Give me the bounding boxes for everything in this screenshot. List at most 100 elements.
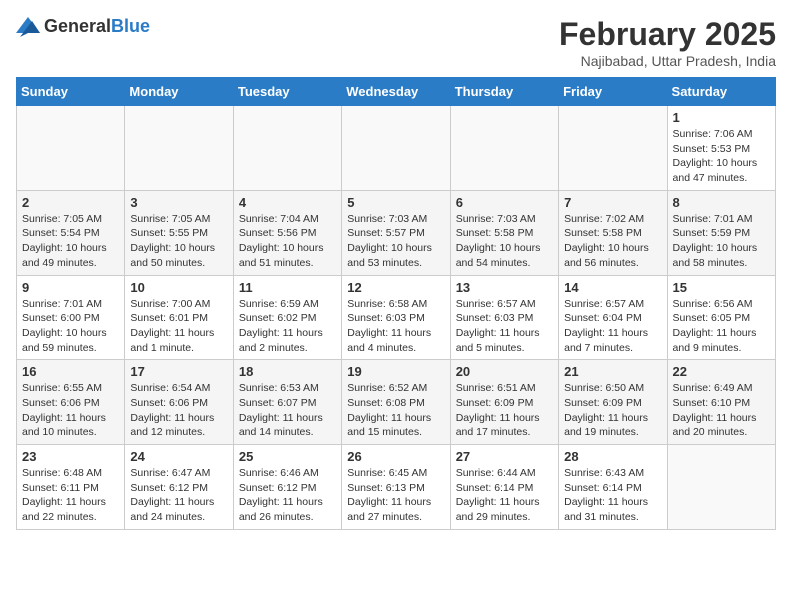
day-number: 24: [130, 449, 227, 464]
calendar-week-row: 23Sunrise: 6:48 AM Sunset: 6:11 PM Dayli…: [17, 445, 776, 530]
day-number: 22: [673, 364, 770, 379]
calendar-cell: 20 Sunrise: 6:51 AM Sunset: 6:09 PM Dayli…: [450, 360, 558, 445]
weekday-header-thursday: Thursday: [450, 78, 558, 106]
calendar-cell: 14 Sunrise: 6:57 AM Sunset: 6:04 PM Dayli…: [559, 275, 667, 360]
calendar-cell: 2 Sunrise: 7:05 AM Sunset: 5:54 PM Daylig…: [17, 190, 125, 275]
day-info: Sunrise: 6:46 AM Sunset: 6:12 PM Dayligh…: [239, 466, 336, 525]
day-number: 6: [456, 195, 553, 210]
calendar-cell: [17, 106, 125, 191]
day-info: Sunrise: 6:55 AM Sunset: 6:06 PM Dayligh…: [22, 381, 119, 440]
calendar-cell: 9Sunrise: 7:01 AM Sunset: 6:00 PM Daylig…: [17, 275, 125, 360]
day-number: 8: [673, 195, 770, 210]
day-info: Sunrise: 6:51 AM Sunset: 6:09 PM Dayligh…: [456, 381, 553, 440]
day-number: 21: [564, 364, 661, 379]
day-info: Sunrise: 7:01 AM Sunset: 5:59 PM Dayligh…: [673, 212, 770, 271]
day-info: Sunrise: 7:02 AM Sunset: 5:58 PM Dayligh…: [564, 212, 661, 271]
calendar-cell: 21 Sunrise: 6:50 AM Sunset: 6:09 PM Dayli…: [559, 360, 667, 445]
location-title: Najibabad, Uttar Pradesh, India: [559, 53, 776, 69]
day-info: Sunrise: 6:57 AM Sunset: 6:03 PM Dayligh…: [456, 297, 553, 356]
calendar-cell: 18 Sunrise: 6:53 AM Sunset: 6:07 PM Dayli…: [233, 360, 341, 445]
calendar-cell: 28 Sunrise: 6:43 AM Sunset: 6:14 PM Dayli…: [559, 445, 667, 530]
calendar-cell: 15 Sunrise: 6:56 AM Sunset: 6:05 PM Dayli…: [667, 275, 775, 360]
calendar-cell: 12Sunrise: 6:58 AM Sunset: 6:03 PM Dayli…: [342, 275, 450, 360]
calendar-cell: 16 Sunrise: 6:55 AM Sunset: 6:06 PM Dayli…: [17, 360, 125, 445]
page-header: GeneralBlue February 2025 Najibabad, Utt…: [16, 16, 776, 69]
calendar-cell: 1 Sunrise: 7:06 AM Sunset: 5:53 PM Daylig…: [667, 106, 775, 191]
calendar-cell: 27 Sunrise: 6:44 AM Sunset: 6:14 PM Dayli…: [450, 445, 558, 530]
day-number: 10: [130, 280, 227, 295]
day-number: 4: [239, 195, 336, 210]
weekday-header-row: SundayMondayTuesdayWednesdayThursdayFrid…: [17, 78, 776, 106]
calendar-cell: 7 Sunrise: 7:02 AM Sunset: 5:58 PM Daylig…: [559, 190, 667, 275]
day-number: 7: [564, 195, 661, 210]
logo: GeneralBlue: [16, 16, 150, 37]
calendar-cell: 26 Sunrise: 6:45 AM Sunset: 6:13 PM Dayli…: [342, 445, 450, 530]
day-number: 19: [347, 364, 444, 379]
calendar-week-row: 9Sunrise: 7:01 AM Sunset: 6:00 PM Daylig…: [17, 275, 776, 360]
calendar-cell: 8 Sunrise: 7:01 AM Sunset: 5:59 PM Daylig…: [667, 190, 775, 275]
logo-general: General: [44, 16, 111, 36]
day-info: Sunrise: 6:59 AM Sunset: 6:02 PM Dayligh…: [239, 297, 336, 356]
calendar-cell: [233, 106, 341, 191]
day-number: 16: [22, 364, 119, 379]
day-number: 18: [239, 364, 336, 379]
day-info: Sunrise: 7:05 AM Sunset: 5:54 PM Dayligh…: [22, 212, 119, 271]
day-info: Sunrise: 6:50 AM Sunset: 6:09 PM Dayligh…: [564, 381, 661, 440]
day-info: Sunrise: 6:49 AM Sunset: 6:10 PM Dayligh…: [673, 381, 770, 440]
day-number: 20: [456, 364, 553, 379]
day-number: 1: [673, 110, 770, 125]
calendar-cell: [667, 445, 775, 530]
weekday-header-sunday: Sunday: [17, 78, 125, 106]
calendar-cell: 22 Sunrise: 6:49 AM Sunset: 6:10 PM Dayli…: [667, 360, 775, 445]
day-info: Sunrise: 7:03 AM Sunset: 5:57 PM Dayligh…: [347, 212, 444, 271]
day-info: Sunrise: 6:53 AM Sunset: 6:07 PM Dayligh…: [239, 381, 336, 440]
day-info: Sunrise: 7:04 AM Sunset: 5:56 PM Dayligh…: [239, 212, 336, 271]
calendar-week-row: 16 Sunrise: 6:55 AM Sunset: 6:06 PM Dayli…: [17, 360, 776, 445]
calendar-cell: 13 Sunrise: 6:57 AM Sunset: 6:03 PM Dayli…: [450, 275, 558, 360]
calendar-cell: 24 Sunrise: 6:47 AM Sunset: 6:12 PM Dayli…: [125, 445, 233, 530]
logo-text: GeneralBlue: [44, 16, 150, 37]
day-number: 26: [347, 449, 444, 464]
title-area: February 2025 Najibabad, Uttar Pradesh, …: [559, 16, 776, 69]
calendar-cell: 25Sunrise: 6:46 AM Sunset: 6:12 PM Dayli…: [233, 445, 341, 530]
calendar-cell: 4 Sunrise: 7:04 AM Sunset: 5:56 PM Daylig…: [233, 190, 341, 275]
calendar-cell: [559, 106, 667, 191]
day-info: Sunrise: 6:45 AM Sunset: 6:13 PM Dayligh…: [347, 466, 444, 525]
calendar-cell: 23Sunrise: 6:48 AM Sunset: 6:11 PM Dayli…: [17, 445, 125, 530]
calendar-cell: 11Sunrise: 6:59 AM Sunset: 6:02 PM Dayli…: [233, 275, 341, 360]
day-number: 27: [456, 449, 553, 464]
day-number: 9: [22, 280, 119, 295]
calendar-table: SundayMondayTuesdayWednesdayThursdayFrid…: [16, 77, 776, 530]
weekday-header-wednesday: Wednesday: [342, 78, 450, 106]
calendar-cell: [125, 106, 233, 191]
day-number: 14: [564, 280, 661, 295]
day-info: Sunrise: 7:05 AM Sunset: 5:55 PM Dayligh…: [130, 212, 227, 271]
day-info: Sunrise: 6:44 AM Sunset: 6:14 PM Dayligh…: [456, 466, 553, 525]
calendar-cell: 10Sunrise: 7:00 AM Sunset: 6:01 PM Dayli…: [125, 275, 233, 360]
day-info: Sunrise: 6:43 AM Sunset: 6:14 PM Dayligh…: [564, 466, 661, 525]
calendar-cell: 5Sunrise: 7:03 AM Sunset: 5:57 PM Daylig…: [342, 190, 450, 275]
day-number: 15: [673, 280, 770, 295]
day-info: Sunrise: 7:03 AM Sunset: 5:58 PM Dayligh…: [456, 212, 553, 271]
day-info: Sunrise: 6:57 AM Sunset: 6:04 PM Dayligh…: [564, 297, 661, 356]
weekday-header-tuesday: Tuesday: [233, 78, 341, 106]
day-info: Sunrise: 6:56 AM Sunset: 6:05 PM Dayligh…: [673, 297, 770, 356]
weekday-header-monday: Monday: [125, 78, 233, 106]
month-title: February 2025: [559, 16, 776, 53]
calendar-cell: 17 Sunrise: 6:54 AM Sunset: 6:06 PM Dayli…: [125, 360, 233, 445]
day-info: Sunrise: 6:54 AM Sunset: 6:06 PM Dayligh…: [130, 381, 227, 440]
day-number: 13: [456, 280, 553, 295]
day-info: Sunrise: 6:47 AM Sunset: 6:12 PM Dayligh…: [130, 466, 227, 525]
calendar-week-row: 1 Sunrise: 7:06 AM Sunset: 5:53 PM Daylig…: [17, 106, 776, 191]
day-number: 12: [347, 280, 444, 295]
calendar-cell: [450, 106, 558, 191]
logo-icon: [16, 17, 40, 37]
logo-blue: Blue: [111, 16, 150, 36]
day-info: Sunrise: 6:52 AM Sunset: 6:08 PM Dayligh…: [347, 381, 444, 440]
day-number: 28: [564, 449, 661, 464]
day-number: 2: [22, 195, 119, 210]
day-info: Sunrise: 7:06 AM Sunset: 5:53 PM Dayligh…: [673, 127, 770, 186]
day-number: 3: [130, 195, 227, 210]
day-number: 17: [130, 364, 227, 379]
weekday-header-saturday: Saturday: [667, 78, 775, 106]
